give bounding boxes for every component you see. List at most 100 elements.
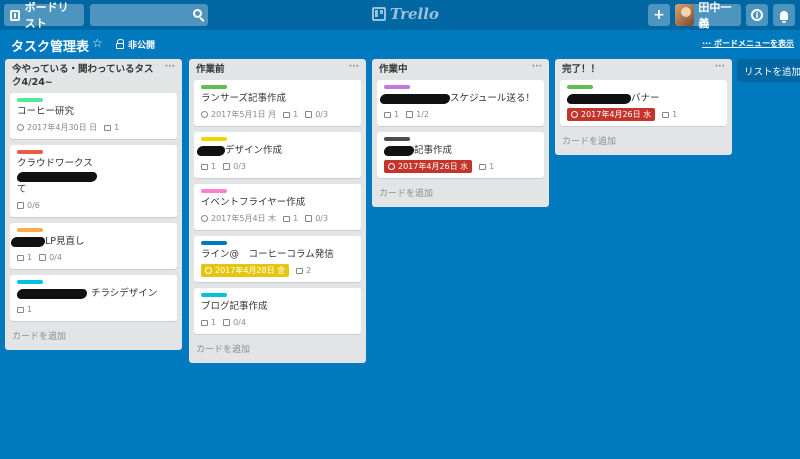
comments-badge: 1 xyxy=(384,108,399,121)
checklist-icon xyxy=(17,202,24,209)
card-line-column[interactable]: ライン@ コーヒーコラム発信 2017年4月28日 金 2 xyxy=(194,236,361,282)
trello-logo-text: Trello xyxy=(390,5,439,23)
comment-icon xyxy=(283,111,291,118)
card-design[interactable]: デザイン作成 1 0/3 xyxy=(194,132,361,178)
redaction-scribble xyxy=(10,236,46,247)
card-label-black xyxy=(384,137,410,141)
card-flyer-design[interactable]: チラシデザイン 1 xyxy=(10,275,177,321)
list-title[interactable]: 作業中 xyxy=(379,63,408,76)
add-list-button[interactable]: リストを追加 xyxy=(737,59,800,82)
redaction-scribble xyxy=(379,93,451,104)
notifications-button[interactable] xyxy=(773,4,795,26)
card-title: デザイン作成 xyxy=(196,144,354,157)
list-title[interactable]: 完了！！ xyxy=(562,63,600,76)
card-label-red xyxy=(17,150,43,154)
comment-icon xyxy=(296,267,304,274)
checklist-badge: 0/4 xyxy=(223,316,246,329)
boards-icon xyxy=(10,9,20,21)
top-header: ボードリスト Trello + 田中一義 i xyxy=(0,0,800,30)
card-article-writing[interactable]: 記事作成 2017年4月26日 水 1 xyxy=(377,132,544,178)
list-menu-icon[interactable]: ··· xyxy=(165,63,175,72)
trello-logo[interactable]: Trello xyxy=(372,5,439,23)
card-title: ライン@ コーヒーコラム発信 xyxy=(201,249,334,260)
list-title[interactable]: 今やっている・関わっているタスク4/24~ xyxy=(12,63,162,89)
card-label-pink xyxy=(201,189,227,193)
list-menu-icon[interactable]: ··· xyxy=(349,63,359,72)
card-event-flyer[interactable]: イベントフライヤー作成 2017年5月4日 木 1 0/3 xyxy=(194,184,361,230)
visibility-button[interactable]: 非公開 xyxy=(116,38,155,51)
comments-badge: 1 xyxy=(201,316,216,329)
add-card-button[interactable]: カードを追加 xyxy=(194,340,361,358)
clock-icon xyxy=(201,215,208,222)
board-title[interactable]: タスク管理表 xyxy=(11,36,89,55)
comments-badge: 1 xyxy=(283,212,298,225)
boards-button[interactable]: ボードリスト xyxy=(4,1,84,30)
clock-icon xyxy=(17,124,24,131)
comment-icon xyxy=(104,124,112,131)
card-crowdworks[interactable]: クラウドワークスて 0/6 xyxy=(10,145,177,217)
comment-icon xyxy=(283,215,291,222)
list-menu-icon[interactable]: ··· xyxy=(715,63,725,72)
card-title: ランサーズ記事作成 xyxy=(201,93,287,104)
card-title: チラシデザイン xyxy=(16,287,170,300)
comments-badge: 1 xyxy=(104,121,119,134)
card-label-green xyxy=(201,85,227,89)
info-icon: i xyxy=(751,9,763,21)
plus-icon: + xyxy=(653,7,665,23)
list-menu-icon[interactable]: ··· xyxy=(532,63,542,72)
user-menu-button[interactable]: 田中一義 xyxy=(675,1,741,30)
avatar xyxy=(675,4,695,26)
comment-icon xyxy=(201,319,208,326)
comment-icon xyxy=(17,306,24,313)
checklist-icon xyxy=(223,319,231,326)
board-menu-link[interactable]: ··· ボードメニューを表示 xyxy=(702,38,794,49)
checklist-badge: 0/3 xyxy=(305,108,328,121)
search-icon[interactable] xyxy=(193,9,202,18)
clock-icon xyxy=(388,163,395,170)
checklist-icon xyxy=(223,163,231,170)
checklist-badge: 1/2 xyxy=(406,108,429,121)
card-send-schedule[interactable]: スケジュール送る！ 1 1/2 xyxy=(377,80,544,126)
card-label-sky xyxy=(17,280,43,284)
search-box[interactable] xyxy=(90,4,208,27)
redaction-scribble xyxy=(16,171,98,182)
due-date-badge: 2017年4月26日 水 xyxy=(384,160,473,173)
clock-icon xyxy=(571,111,578,118)
card-title: 記事作成 xyxy=(383,144,537,157)
card-title: LP見直し xyxy=(10,235,170,248)
due-date-badge: 2017年4月30日 日 xyxy=(17,121,97,134)
bell-icon xyxy=(780,10,788,23)
card-blog-article[interactable]: ブログ記事作成 1 0/4 xyxy=(194,288,361,334)
add-card-button[interactable]: カードを追加 xyxy=(377,184,544,202)
due-date-badge: 2017年5月4日 木 xyxy=(201,212,276,225)
add-button[interactable]: + xyxy=(648,4,670,26)
card-banner[interactable]: バナー 2017年4月26日 水 1 xyxy=(560,80,727,126)
add-card-button[interactable]: カードを追加 xyxy=(10,327,177,345)
card-title: イベントフライヤー作成 xyxy=(201,197,306,208)
star-icon[interactable]: ☆ xyxy=(92,36,103,50)
checklist-badge: 0/3 xyxy=(223,160,246,173)
redaction-scribble xyxy=(383,145,415,156)
comments-badge: 1 xyxy=(17,303,32,316)
checklist-badge: 0/4 xyxy=(39,251,62,264)
list-title[interactable]: 作業前 xyxy=(196,63,225,76)
comments-badge: 2 xyxy=(296,264,311,277)
card-title: クラウドワークスて xyxy=(16,157,170,196)
card-title: スケジュール送る！ xyxy=(379,92,537,105)
info-button[interactable]: i xyxy=(746,4,768,26)
card-lancers-article[interactable]: ランサーズ記事作成 2017年5月1日 月 1 0/3 xyxy=(194,80,361,126)
card-title: コーヒー研究 xyxy=(17,106,75,117)
card-coffee-research[interactable]: コーヒー研究 2017年4月30日 日 1 xyxy=(10,93,177,139)
visibility-label: 非公開 xyxy=(128,41,156,51)
card-title: バナー xyxy=(566,92,720,105)
comment-icon xyxy=(662,111,670,118)
checklist-badge: 0/6 xyxy=(17,199,40,212)
add-card-button[interactable]: カードを追加 xyxy=(560,132,727,150)
comment-icon xyxy=(17,254,24,261)
checklist-icon xyxy=(406,111,414,118)
checklist-icon xyxy=(305,111,313,118)
search-input[interactable] xyxy=(90,5,208,27)
card-label-orange xyxy=(17,228,43,232)
card-lp-review[interactable]: LP見直し 1 0/4 xyxy=(10,223,177,269)
list-current: 今やっている・関わっているタスク4/24~ ··· コーヒー研究 2017年4月… xyxy=(5,59,182,350)
